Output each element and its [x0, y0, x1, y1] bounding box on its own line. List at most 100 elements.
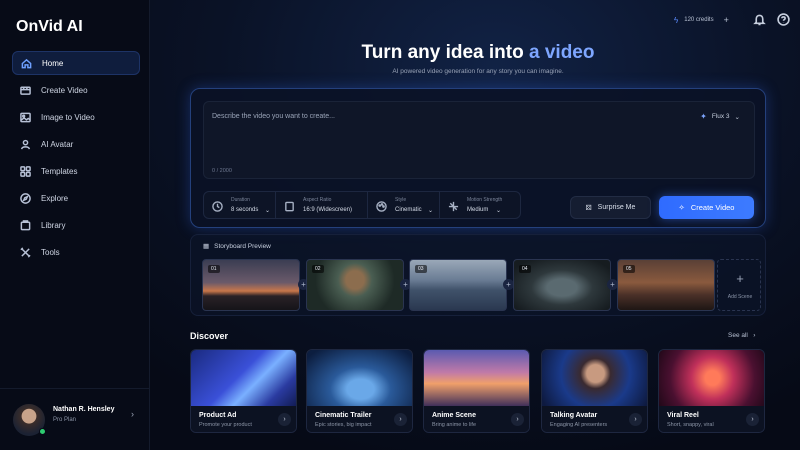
add-scene-button[interactable]: + Add Scene	[717, 259, 761, 311]
discover-card-product-ad[interactable]: Product Ad Promote your product ›	[190, 349, 297, 433]
sidebar-item-library[interactable]: Library	[12, 213, 140, 237]
style-select[interactable]: Style Cinematic ⌄	[368, 192, 440, 218]
frame-number: 03	[415, 265, 427, 273]
sidebar-item-templates[interactable]: Templates	[12, 159, 140, 183]
motion-icon	[448, 199, 459, 212]
storyboard-frame[interactable]: 03	[409, 259, 507, 311]
app-logo[interactable]: OnVid AI	[16, 18, 83, 36]
user-icon	[20, 139, 31, 149]
user-profile[interactable]: Nathan R. Hensley Pro Plan ›	[0, 388, 150, 450]
chevron-right-icon[interactable]: ›	[746, 413, 759, 426]
sidebar: OnVid AI Home Create Video Image to Vide…	[0, 0, 150, 450]
model-label: Flux 3	[711, 113, 730, 120]
discover-card-talking-avatar[interactable]: Talking Avatar Engaging AI presenters ›	[541, 349, 648, 433]
user-name: Nathan R. Hensley	[53, 406, 115, 413]
surprise-me-label: Surprise Me	[597, 204, 636, 211]
sidebar-item-label: Tools	[41, 247, 60, 257]
chevron-right-icon[interactable]: ›	[278, 413, 291, 426]
storyboard-frame[interactable]: 02	[306, 259, 404, 311]
user-plan: Pro Plan	[53, 417, 77, 423]
chevron-right-icon[interactable]: ›	[131, 409, 134, 419]
card-title: Anime Scene	[432, 412, 476, 419]
sidebar-item-explore[interactable]: Explore	[12, 186, 140, 210]
see-all-link[interactable]: See all ›	[728, 332, 755, 339]
grid-icon	[20, 165, 31, 177]
library-icon	[20, 219, 31, 230]
image-icon	[20, 112, 31, 122]
aspect-ratio-select[interactable]: Aspect Ratio 16:9 (Widescreen)	[276, 192, 368, 218]
storyboard-frame[interactable]: 05	[617, 259, 715, 311]
bolt-icon: ϟ	[674, 15, 679, 25]
character-counter: 0 / 2000	[212, 168, 232, 174]
motion-strength-select[interactable]: Motion Strength Medium ⌄	[440, 192, 520, 218]
add-credits-button[interactable]: +	[724, 15, 729, 25]
discover-card-viral-reel[interactable]: Viral Reel Short, snappy, viral ›	[658, 349, 765, 433]
discover-title: Discover	[190, 331, 229, 341]
bell-icon[interactable]	[753, 13, 766, 26]
setting-label: Aspect Ratio	[303, 197, 332, 203]
chevron-down-icon: ⌄	[265, 208, 271, 214]
page-title: Turn any idea into a video	[190, 42, 766, 64]
chevron-right-icon[interactable]: ›	[511, 413, 524, 426]
sidebar-item-ai-avatar[interactable]: AI Avatar	[12, 132, 140, 156]
card-thumbnail	[307, 350, 412, 406]
storyboard-frame[interactable]: 04	[513, 259, 611, 311]
discover-card-cinematic-trailer[interactable]: Cinematic Trailer Epic stories, big impa…	[306, 349, 413, 433]
aspect-ratio-icon	[284, 199, 295, 212]
frame-number: 01	[208, 265, 220, 273]
storyboard-frame[interactable]: 01	[202, 259, 300, 311]
sidebar-item-label: Home	[42, 58, 64, 68]
card-description: Bring anime to life	[432, 422, 477, 428]
model-selector[interactable]: ✦ Flux 3 ⌄	[700, 112, 740, 121]
card-thumbnail	[659, 350, 764, 406]
sparkle-icon: ✧	[678, 203, 685, 212]
setting-label: Duration	[231, 197, 250, 203]
card-thumbnail	[191, 350, 296, 406]
sidebar-item-label: Templates	[41, 166, 78, 176]
page-subtitle: AI powered video generation for any stor…	[392, 68, 564, 75]
surprise-me-button[interactable]: ⚄ Surprise Me	[570, 196, 651, 219]
setting-value: Cinematic	[395, 207, 422, 213]
storyboard-preview: ▦ Storyboard Preview 01 + 02 + 03 + 04 +…	[190, 234, 766, 316]
chevron-down-icon: ⌄	[734, 113, 740, 121]
sidebar-item-label: Explore	[41, 193, 69, 203]
sidebar-item-image-to-video[interactable]: Image to Video	[12, 105, 140, 129]
credits-label: 120 credits	[684, 17, 714, 23]
chevron-right-icon[interactable]: ›	[629, 413, 642, 426]
card-title: Cinematic Trailer	[315, 412, 372, 419]
tools-icon	[20, 246, 31, 258]
card-title: Viral Reel	[667, 412, 699, 419]
sidebar-item-label: Create Video	[41, 85, 88, 95]
home-icon	[21, 58, 32, 68]
card-description: Short, snappy, viral	[667, 422, 714, 428]
title-accent: a video	[529, 42, 595, 63]
discover-card-anime-scene[interactable]: Anime Scene Bring anime to life ›	[423, 349, 530, 433]
sidebar-item-label: Image to Video	[41, 112, 95, 122]
credits-indicator[interactable]: ϟ 120 credits +	[674, 15, 729, 25]
chevron-down-icon: ⌄	[496, 208, 502, 214]
duration-select[interactable]: Duration 8 seconds ⌄	[204, 192, 276, 218]
setting-label: Style	[395, 197, 407, 203]
sidebar-item-label: AI Avatar	[41, 139, 74, 149]
dice-icon: ⚄	[585, 204, 592, 212]
setting-value: 16:9 (Widescreen)	[303, 207, 353, 213]
create-video-label: Create Video	[690, 203, 735, 212]
chevron-down-icon: ⌄	[428, 208, 434, 214]
compass-icon	[20, 192, 31, 204]
help-icon[interactable]	[777, 13, 790, 26]
online-status-dot	[39, 427, 46, 435]
video-icon	[20, 86, 31, 95]
prompt-placeholder: Describe the video you want to create...	[212, 113, 335, 120]
chevron-right-icon[interactable]: ›	[394, 413, 407, 426]
sidebar-item-create-video[interactable]: Create Video	[12, 78, 140, 102]
storyboard-title-label: Storyboard Preview	[214, 242, 271, 250]
sidebar-item-home[interactable]: Home	[12, 51, 140, 75]
sidebar-item-tools[interactable]: Tools	[12, 240, 140, 264]
create-video-button[interactable]: ✧ Create Video	[659, 196, 754, 219]
prompt-input[interactable]: Describe the video you want to create...…	[203, 101, 755, 179]
video-composer: Describe the video you want to create...…	[190, 88, 766, 228]
setting-value: Medium	[467, 207, 489, 213]
chevron-right-icon: ›	[749, 332, 756, 339]
title-main: Turn any idea into	[361, 42, 524, 63]
frame-number: 05	[623, 265, 635, 273]
